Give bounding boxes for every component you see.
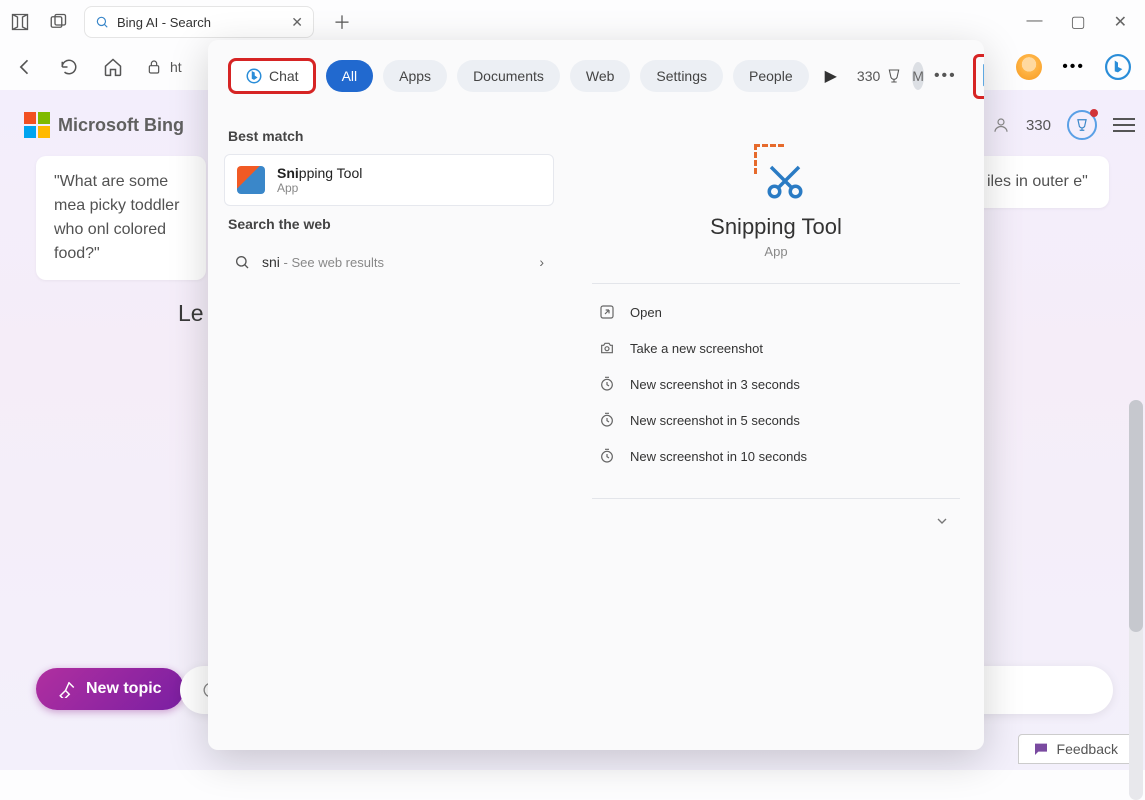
windows-search-panel: Chat All Apps Documents Web Settings Peo… [208,40,984,750]
text-fragment: Le [178,300,204,327]
rewards-points[interactable]: 330 [857,68,902,84]
web-chip[interactable]: Web [570,60,631,92]
best-match-name: Snipping Tool [277,165,362,181]
search-results-left: Best match Snipping Tool App Search the … [208,112,568,750]
trophy-icon [886,68,902,84]
chevron-down-icon [934,513,950,529]
best-match-sub: App [277,181,362,195]
snipping-tool-icon [237,166,265,194]
vertical-scrollbar[interactable] [1129,400,1143,800]
close-window-button[interactable]: ✕ [1114,12,1127,32]
feedback-button[interactable]: Feedback [1018,734,1133,764]
timer-icon [598,411,616,429]
new-topic-button[interactable]: New topic [36,668,184,710]
suggestion-card-left[interactable]: "What are some mea picky toddler who onl… [36,156,206,280]
chat-chip[interactable]: Chat [228,58,316,94]
user-icon[interactable] [992,116,1010,134]
overflow-dots-icon[interactable]: ••• [934,67,957,85]
rewards-badge[interactable] [1067,110,1097,140]
snipping-tool-large-icon [746,142,806,202]
documents-chip[interactable]: Documents [457,60,560,92]
browser-tab[interactable]: Bing AI - Search ✕ [84,6,314,38]
search-detail-pane: Snipping Tool App Open Take a new screen… [568,112,984,750]
address-bar[interactable]: ht [146,59,182,75]
microsoft-logo-icon [24,112,50,138]
menu-dots-icon[interactable]: ••• [1062,58,1085,76]
chevron-right-icon: › [539,254,544,270]
brand-text: Microsoft Bing [58,115,184,136]
web-query-text: sni - See web results [262,254,384,270]
people-chip[interactable]: People [733,60,809,92]
all-chip[interactable]: All [326,60,374,92]
timer-icon [598,375,616,393]
expand-chevron[interactable] [592,513,960,529]
apps-chip[interactable]: Apps [383,60,447,92]
action-delay-5[interactable]: New screenshot in 5 seconds [592,402,960,438]
feedback-label: Feedback [1057,741,1118,757]
bing-chat-launch[interactable] [973,54,984,99]
best-match-heading: Best match [228,128,554,144]
action-open[interactable]: Open [592,294,960,330]
search-icon [234,254,250,270]
search-web-heading: Search the web [228,216,554,232]
close-tab-icon[interactable]: ✕ [291,14,303,31]
new-tab-button[interactable]: ＋ [328,8,356,36]
new-topic-label: New topic [86,680,162,698]
hamburger-menu[interactable] [1113,118,1135,132]
detail-title: Snipping Tool [592,214,960,240]
tab-actions-icon[interactable] [46,10,70,34]
more-filters-icon[interactable]: ▶ [825,66,837,86]
bing-icon [245,67,263,85]
back-button[interactable] [14,56,36,78]
camera-icon [598,339,616,357]
best-match-item[interactable]: Snipping Tool App [224,154,554,206]
refresh-button[interactable] [58,56,80,78]
address-text: ht [170,59,182,75]
detail-sub: App [592,244,960,259]
minimize-button[interactable]: — [1026,12,1042,32]
bing-chat-icon[interactable] [1105,54,1131,80]
action-delay-10[interactable]: New screenshot in 10 seconds [592,438,960,474]
account-avatar[interactable]: M [912,62,924,90]
open-icon [598,303,616,321]
microsoft-bing-logo[interactable]: Microsoft Bing [24,112,184,138]
settings-chip[interactable]: Settings [640,60,723,92]
profile-avatar[interactable] [1016,54,1042,80]
maximize-button[interactable]: ▢ [1070,12,1085,32]
search-filter-bar: Chat All Apps Documents Web Settings Peo… [208,40,984,112]
bing-bubble-icon [980,61,984,87]
home-button[interactable] [102,56,124,78]
broom-icon [58,680,76,698]
feedback-icon [1033,741,1049,757]
action-delay-3[interactable]: New screenshot in 3 seconds [592,366,960,402]
workspace-icon[interactable] [8,10,32,34]
timer-icon [598,447,616,465]
tab-title: Bing AI - Search [117,15,211,30]
suggestion-card-right[interactable]: iles in outer e" [969,156,1109,208]
window-titlebar: Bing AI - Search ✕ ＋ — ▢ ✕ [0,0,1145,44]
rewards-count: 330 [1026,117,1051,134]
action-new-screenshot[interactable]: Take a new screenshot [592,330,960,366]
web-search-row[interactable]: sni - See web results › [224,242,554,282]
chat-chip-label: Chat [269,68,299,84]
lock-icon [146,59,162,75]
